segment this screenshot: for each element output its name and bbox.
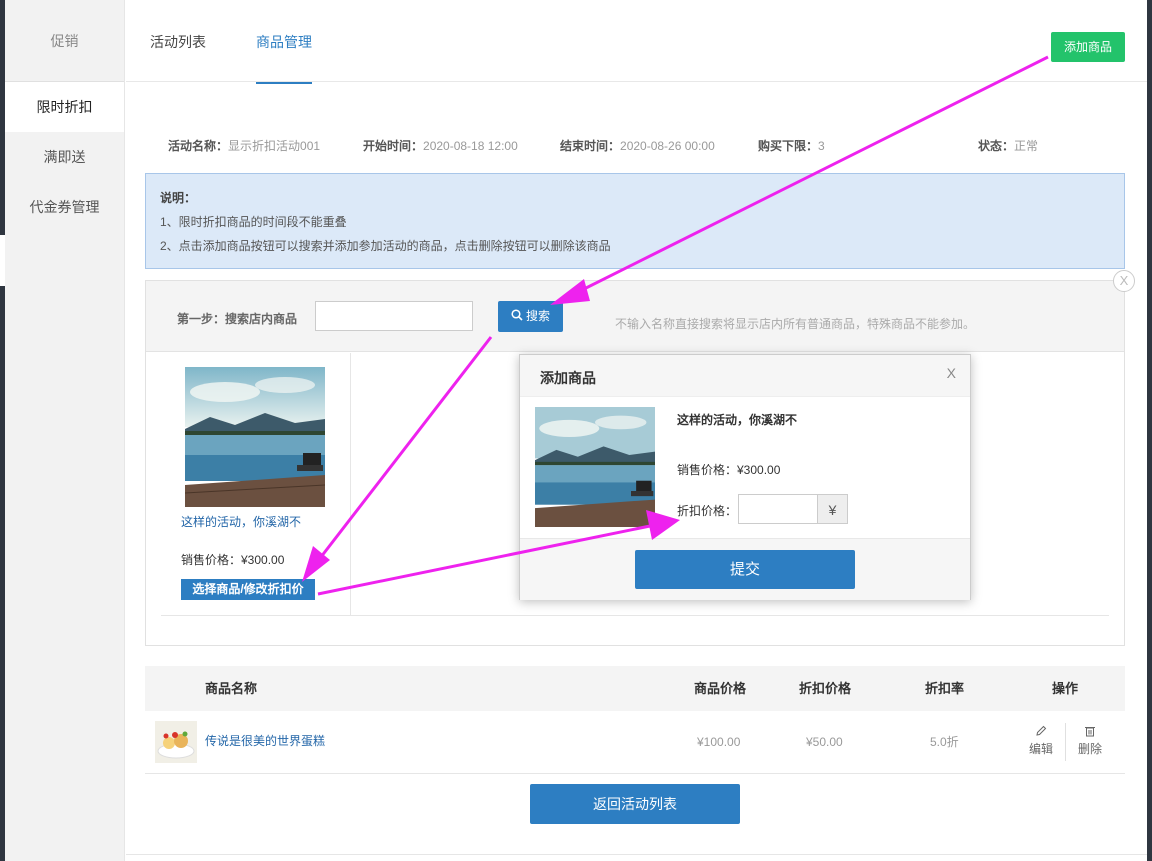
right-edge-bar [1147,0,1152,861]
col-header-discount-price: 折扣价格 [799,681,852,696]
op-separator [1065,723,1066,761]
product-card: 这样的活动，你溪湖不 销售价格：¥300.00 选择商品/修改折扣价 [161,353,351,615]
activity-min-label: 购买下限： [758,139,819,153]
modal-product-name: 这样的活动，你溪湖不 [677,413,798,427]
tab-product-management[interactable]: 商品管理 [256,0,312,84]
tab-activity-list[interactable]: 活动列表 [150,0,206,84]
modal-discount-label: 折扣价格： [677,504,738,518]
product-name[interactable]: 这样的活动，你溪湖不 [181,513,301,530]
search-button-label: 搜索 [525,309,550,323]
row-product-name[interactable]: 传说是很美的世界蛋糕 [205,711,325,771]
panel-divider [161,615,1109,616]
submit-button[interactable]: 提交 [635,550,855,589]
cake-thumbnail [155,721,197,763]
search-step-label: 第一步：搜索店内商品 [177,312,298,326]
activity-name-value: 显示折扣活动001 [228,139,321,153]
delete-button[interactable]: 删除 [1075,725,1105,757]
activity-start-label: 开始时间： [363,139,424,153]
col-header-price: 商品价格 [694,681,747,696]
activity-min-value: 3 [818,139,825,153]
activity-status-value: 正常 [1014,139,1039,153]
add-product-button[interactable]: 添加商品 [1051,32,1125,62]
notice-line-2: 2、点击添加商品按钮可以搜索并添加参加活动的商品，点击删除按钮可以删除该商品 [160,239,611,253]
col-header-rate: 折扣率 [925,681,965,696]
discount-price-input[interactable] [738,494,818,524]
activity-name: 活动名称：显示折扣活动001 [168,137,320,154]
sidebar: 促销 限时折扣 满即送 代金券管理 [5,0,125,861]
activity-name-label: 活动名称： [168,139,229,153]
back-to-list-button[interactable]: 返回活动列表 [530,784,740,824]
row-rate: 5.0折 [930,735,959,749]
sidebar-item-voucher[interactable]: 代金券管理 [5,182,124,232]
modal-footer: 提交 [520,538,970,600]
sidebar-item-full-gift[interactable]: 满即送 [5,132,124,182]
notice-line-1: 1、限时折扣商品的时间段不能重叠 [160,215,347,229]
product-image[interactable] [185,367,325,507]
modal-product-price: 销售价格：¥300.00 [677,463,781,477]
delete-label: 删除 [1077,742,1102,756]
activity-status-label: 状态： [978,139,1015,153]
edit-button[interactable]: 编辑 [1026,725,1056,757]
table-row: 传说是很美的世界蛋糕 ¥100.00 ¥50.00 5.0折 编辑 删除 [145,711,1125,774]
search-hint: 不输入名称直接搜索将显示店内所有普通商品，特殊商品不能参加。 [615,317,976,331]
col-header-name: 商品名称 [205,681,258,696]
notice-box: 说明： 1、限时折扣商品的时间段不能重叠 2、点击添加商品按钮可以搜索并添加参加… [145,173,1125,269]
activity-start: 开始时间：2020-08-18 12:00 [363,137,518,154]
sidebar-item-limited-discount[interactable]: 限时折扣 [5,82,124,132]
add-product-modal: 添加商品 X 这样的活动，你溪湖不 销售价格：¥300.00 折扣价格： ¥ 提… [519,354,971,600]
trash-icon [1085,727,1095,737]
search-bar: 第一步：搜索店内商品 搜索 不输入名称直接搜索将显示店内所有普通商品，特殊商品不… [146,270,1135,352]
activity-min: 购买下限：3 [758,137,825,154]
search-input[interactable] [315,301,473,331]
search-icon [511,309,523,321]
activity-end: 结束时间：2020-08-26 00:00 [560,137,715,154]
modal-close-button[interactable]: X [947,365,956,381]
modal-product-image [535,407,655,527]
top-bar: 活动列表 商品管理 添加商品 [126,0,1147,84]
yen-icon: ¥ [818,494,848,524]
activity-start-value: 2020-08-18 12:00 [423,139,518,153]
sidebar-header: 促销 [5,0,124,82]
activity-end-value: 2020-08-26 00:00 [620,139,715,153]
activity-status: 状态：正常 [978,137,1038,154]
edit-label: 编辑 [1028,742,1053,756]
table-header: 商品名称 商品价格 折扣价格 折扣率 操作 [145,666,1125,711]
panel-close-button[interactable]: X [1113,270,1135,292]
row-discount-price: ¥50.00 [806,735,843,749]
notice-title: 说明： [160,191,197,205]
activity-end-label: 结束时间： [560,139,621,153]
search-button[interactable]: 搜索 [498,301,563,332]
select-product-button[interactable]: 选择商品/修改折扣价 [181,579,315,600]
bottom-divider [126,854,1147,855]
col-header-ops: 操作 [1052,681,1079,696]
row-price: ¥100.00 [697,735,741,749]
product-price: 销售价格：¥300.00 [181,553,285,567]
pencil-icon [1036,725,1047,736]
modal-title: 添加商品 [520,355,970,397]
